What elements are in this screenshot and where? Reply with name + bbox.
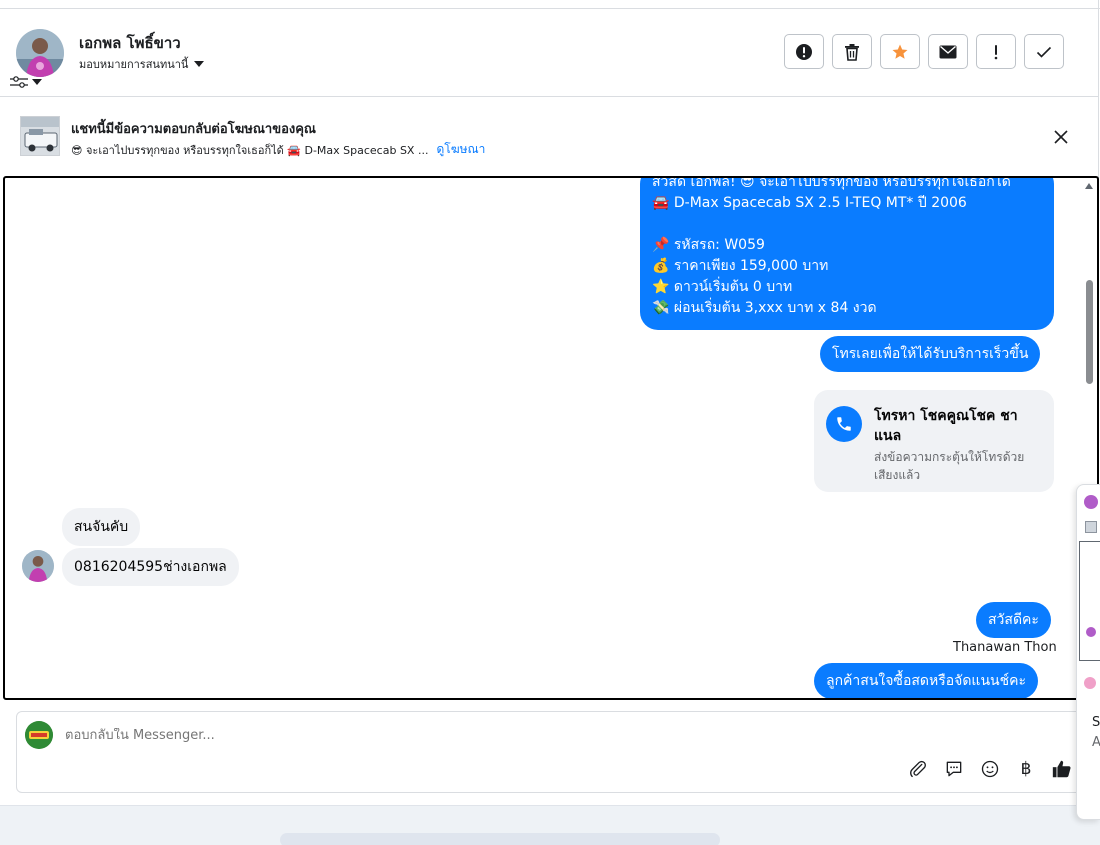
thumbs-up-icon <box>1052 760 1071 778</box>
phone-icon <box>826 406 862 442</box>
chevron-down-icon <box>194 61 205 67</box>
chat-bubble-icon <box>946 761 962 777</box>
message-bubble-incoming[interactable]: สนจันคับ <box>62 508 141 546</box>
star-icon <box>892 44 908 59</box>
avatar <box>1084 495 1098 509</box>
contact-name[interactable]: เอกพล โพธิ์ขาว <box>79 31 181 55</box>
mark-unread-button[interactable] <box>928 34 968 69</box>
delete-button[interactable] <box>832 34 872 69</box>
page-avatar <box>25 721 53 749</box>
message-line-blank <box>652 214 1042 235</box>
trash-icon <box>845 43 859 61</box>
contact-photo <box>16 29 64 77</box>
avatar <box>1086 627 1096 637</box>
message-line: 💰 ราคาเพียง 159,000 บาท <box>652 258 829 274</box>
conversation-header: เอกพล โพธิ์ขาว มอบหมายการสนทนานี้ <box>0 9 1098 97</box>
reply-composer: ฿ <box>16 711 1090 793</box>
message-input[interactable] <box>65 728 865 743</box>
contact-avatar[interactable] <box>16 29 64 77</box>
emoji-button[interactable] <box>979 758 1001 780</box>
message-line: 🚘 D-Max Spacecab SX 2.5 I-TEQ MT* ปี 200… <box>652 195 967 211</box>
ad-reply-banner: แชทนี้มีข้อความตอบกลับต่อโฆษณาของคุณ 😎 จ… <box>0 98 1098 174</box>
chevron-down-icon <box>32 79 42 85</box>
preview-letter: S <box>1092 715 1100 730</box>
like-button[interactable] <box>1051 758 1073 780</box>
composer-toolbar: ฿ <box>907 758 1073 780</box>
message-bubble-outgoing[interactable]: สวัสดี เอกพล! 😎 จะเอาไปบรรทุกของ หรือบรร… <box>640 176 1054 330</box>
filter-toggle[interactable] <box>10 73 50 91</box>
call-request-card[interactable]: โทรหา โชคคูณโชค ชาแนล ส่งข้อความกระตุ้นใ… <box>814 390 1054 492</box>
message-line: 📌 รหัสรถ: W059 <box>652 237 765 253</box>
preview-letter: A <box>1092 735 1100 750</box>
assign-label: มอบหมายการสนทนานี้ <box>79 58 189 71</box>
star-button[interactable] <box>880 34 920 69</box>
scrollbar-thumb[interactable] <box>1086 280 1093 384</box>
ad-banner-subtitle: 😎 จะเอาไปบรรทุกของ หรือบรรทุกใจเธอก็ได้ … <box>71 140 485 159</box>
checkmark-icon <box>1036 46 1052 58</box>
alert-circle-icon <box>796 43 812 60</box>
ad-thumbnail[interactable] <box>20 116 60 156</box>
close-banner-button[interactable] <box>1052 128 1070 146</box>
smiley-icon <box>981 760 999 778</box>
truck-photo <box>21 117 59 155</box>
taskbar-pill <box>280 833 720 845</box>
message-line: 💸 ผ่อนเริ่มต้น 3,xxx บาท x 84 งวด <box>652 300 877 316</box>
saved-replies-button[interactable] <box>943 758 965 780</box>
message-thread[interactable]: สวัสดี เอกพล! 😎 จะเอาไปบรรทุกของ หรือบรร… <box>3 176 1099 700</box>
preview-box <box>1079 541 1100 661</box>
scroll-up-arrow[interactable] <box>1085 183 1093 189</box>
ad-banner-title: แชทนี้มีข้อความตอบกลับต่อโฆษณาของคุณ <box>71 122 316 137</box>
report-button[interactable] <box>784 34 824 69</box>
baht-icon[interactable]: ฿ <box>1015 758 1037 780</box>
avatar <box>1084 677 1096 689</box>
sender-name: Thanawan Thon <box>953 640 1057 655</box>
envelope-icon <box>939 45 957 58</box>
sliders-icon <box>10 76 28 88</box>
paperclip-icon <box>910 760 926 778</box>
exclamation-icon <box>994 44 998 59</box>
call-card-subtitle: ส่งข้อความกระตุ้นให้โทรด้วยเสียงแล้ว <box>874 450 1025 482</box>
thumbnail-icon <box>1085 521 1097 533</box>
message-bubble-outgoing[interactable]: ลูกค้าสนใจซื้อสดหรือจัดแนนช์คะ <box>814 663 1038 698</box>
page-logo-icon <box>25 721 53 749</box>
close-icon <box>1054 130 1068 144</box>
spam-button[interactable] <box>976 34 1016 69</box>
ad-caption: 😎 จะเอาไปบรรทุกของ หรือบรรทุกใจเธอก็ได้ … <box>71 143 429 157</box>
message-bubble-outgoing[interactable]: โทรเลยเพื่อให้ได้รับบริการเร็วขึ้น <box>820 336 1041 372</box>
assign-conversation-dropdown[interactable]: มอบหมายการสนทนานี้ <box>79 55 205 73</box>
side-conversation-panel[interactable]: S A <box>1076 484 1100 820</box>
view-ad-link[interactable]: ดูโฆษณา <box>436 140 485 159</box>
header-actions <box>784 34 1064 69</box>
message-line: ⭐ ดาวน์เริ่มต้น 0 บาท <box>652 279 793 295</box>
message-bubble-outgoing[interactable]: สวัสดีคะ <box>976 602 1051 638</box>
contact-photo <box>22 550 54 582</box>
call-card-title: โทรหา โชคคูณโชค ชาแนล <box>874 408 1018 444</box>
message-line: สวัสดี เอกพล! 😎 จะเอาไปบรรทุกของ หรือบรร… <box>652 176 1011 190</box>
contact-avatar-small[interactable] <box>22 550 54 582</box>
attach-button[interactable] <box>907 758 929 780</box>
mark-done-button[interactable] <box>1024 34 1064 69</box>
message-bubble-incoming[interactable]: 0816204595ช่างเอกพล <box>62 548 239 586</box>
